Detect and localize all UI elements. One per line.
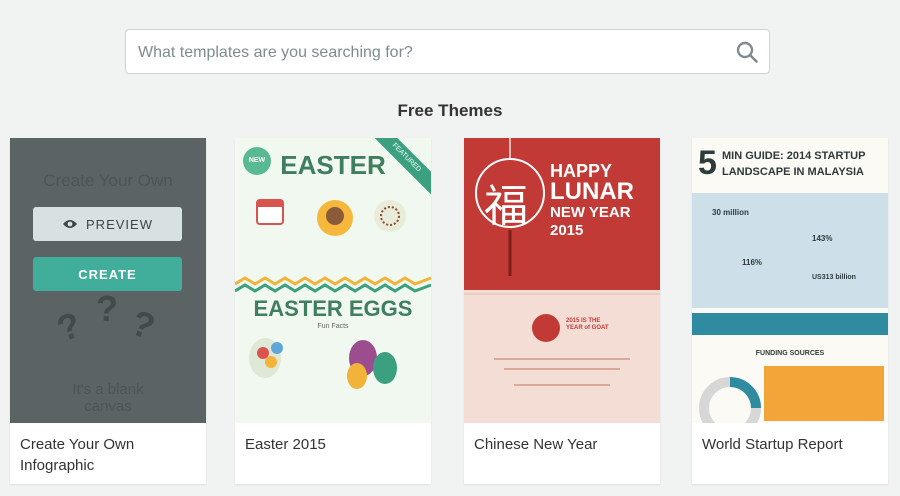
search-icon[interactable]	[735, 40, 759, 64]
ghost-caption: It's a blank canvas	[72, 381, 144, 415]
blank-template-thumbnail[interactable]: Create Your Own PREVIEW CREATE ? ? ? It'…	[10, 138, 206, 423]
startup-report-thumbnail[interactable]: 5 MIN GUIDE: 2014 STARTUP LANDSCAPE IN M…	[692, 138, 888, 423]
orange-info-box	[764, 366, 884, 421]
section-title: Free Themes	[397, 101, 503, 120]
card-title[interactable]: Chinese New Year	[474, 434, 650, 455]
create-button[interactable]: CREATE	[33, 257, 182, 291]
template-card-startup-report[interactable]: 5 MIN GUIDE: 2014 STARTUP LANDSCAPE IN M…	[692, 138, 888, 484]
card-title[interactable]: Create Your Own Infographic	[20, 434, 196, 476]
lunar-greeting: HAPPY LUNAR NEW YEAR 2015	[550, 161, 634, 239]
fun-facts-label: Fun Facts	[317, 323, 349, 330]
chinese-new-year-thumbnail[interactable]: 福 HAPPY LUNAR NEW YEAR 2015 2015 IS THE …	[464, 138, 660, 423]
search-input[interactable]	[136, 30, 730, 75]
preview-label: PREVIEW	[86, 216, 153, 232]
easter-eggs-heading: EASTER EGGS	[253, 296, 413, 321]
template-card-blank[interactable]: Create Your Own PREVIEW CREATE ? ? ? It'…	[10, 138, 206, 484]
preview-button[interactable]: PREVIEW	[33, 207, 182, 241]
goat-year-badge: 2015 IS THE YEAR of GOAT	[566, 318, 609, 331]
question-mark-icon: ?	[96, 288, 118, 329]
ghost-title: Create Your Own	[43, 171, 173, 190]
easter-illustrations	[235, 199, 431, 389]
card-title[interactable]: Easter 2015	[245, 434, 421, 455]
card-title[interactable]: World Startup Report	[702, 434, 878, 455]
template-search-box[interactable]	[125, 29, 770, 75]
question-mark-icon: ?	[125, 301, 161, 348]
template-card-easter[interactable]: NEW FEATURED EASTER EASTER EGGS Fun Fact…	[235, 138, 431, 484]
template-card-chinese-new-year[interactable]: 福 HAPPY LUNAR NEW YEAR 2015 2015 IS THE …	[464, 138, 660, 484]
question-mark-icon: ?	[51, 303, 87, 350]
fu-character: 福	[484, 181, 528, 232]
eye-icon	[63, 220, 78, 228]
easter-template-thumbnail[interactable]: NEW FEATURED EASTER EASTER EGGS Fun Fact…	[235, 138, 431, 423]
